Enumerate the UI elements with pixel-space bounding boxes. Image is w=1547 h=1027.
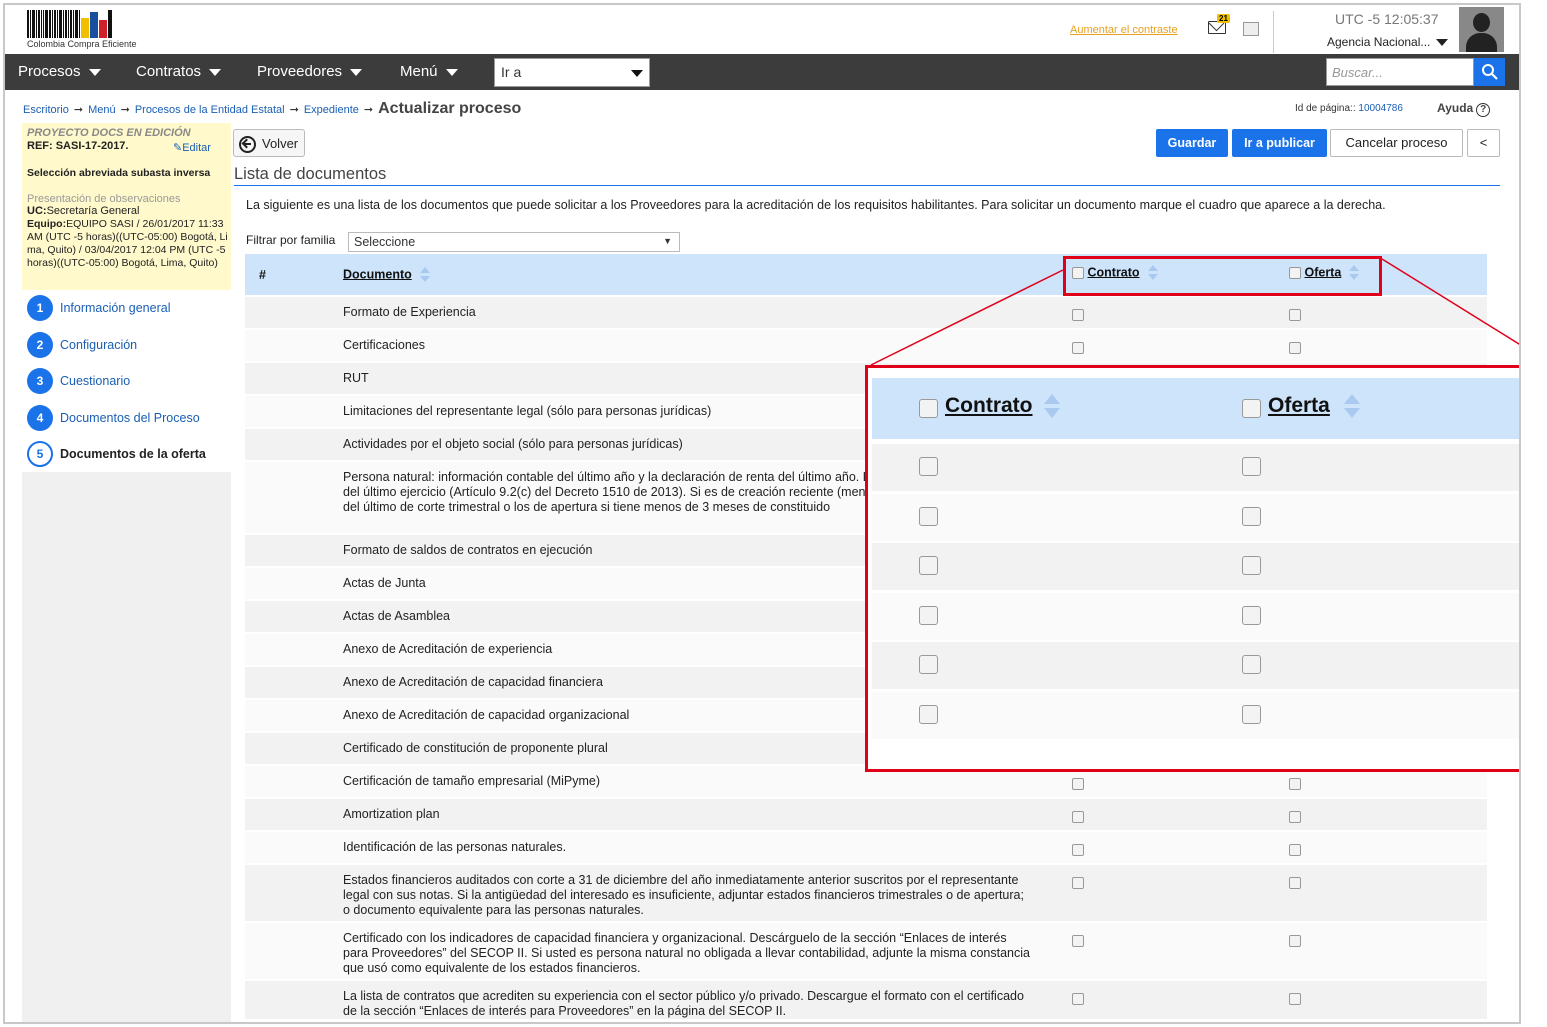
zoom-row — [872, 642, 1519, 689]
zoom-oferta-checkbox[interactable] — [1242, 655, 1261, 674]
zoom-contrato-label: Contrato — [945, 394, 1033, 417]
zoom-oferta-checkbox[interactable] — [1242, 506, 1261, 526]
zoom-row — [872, 543, 1519, 590]
sort-icon — [1344, 394, 1362, 420]
zoom-row — [872, 444, 1519, 491]
app-window: Colombia Compra Eficiente Aumentar el co… — [3, 3, 1521, 1024]
zoom-contrato-checkbox[interactable] — [919, 704, 938, 724]
zoom-oferta-checkbox[interactable] — [1242, 605, 1261, 625]
zoom-header: Contrato Oferta — [872, 378, 1519, 439]
zoom-contrato-checkbox[interactable] — [919, 655, 938, 674]
zoom-contrato-checkbox[interactable] — [919, 605, 938, 625]
zoom-contrato-checkbox[interactable] — [919, 457, 938, 476]
zoom-contrato-checkbox[interactable] — [919, 506, 938, 526]
zoom-callout: Contrato Oferta — [865, 365, 1519, 772]
zoom-row — [872, 691, 1519, 739]
zoom-contrato-checkbox[interactable] — [919, 399, 938, 418]
sort-icon — [1044, 394, 1062, 420]
zoom-oferta-checkbox[interactable] — [1242, 556, 1261, 575]
zoom-contrato-checkbox[interactable] — [919, 556, 938, 575]
zoom-row — [872, 493, 1519, 541]
zoom-oferta-checkbox[interactable] — [1242, 457, 1261, 476]
zoom-oferta-checkbox[interactable] — [1242, 399, 1261, 418]
zoom-oferta-label: Oferta — [1268, 394, 1330, 417]
zoom-row — [872, 592, 1519, 640]
zoom-oferta-checkbox[interactable] — [1242, 704, 1261, 724]
